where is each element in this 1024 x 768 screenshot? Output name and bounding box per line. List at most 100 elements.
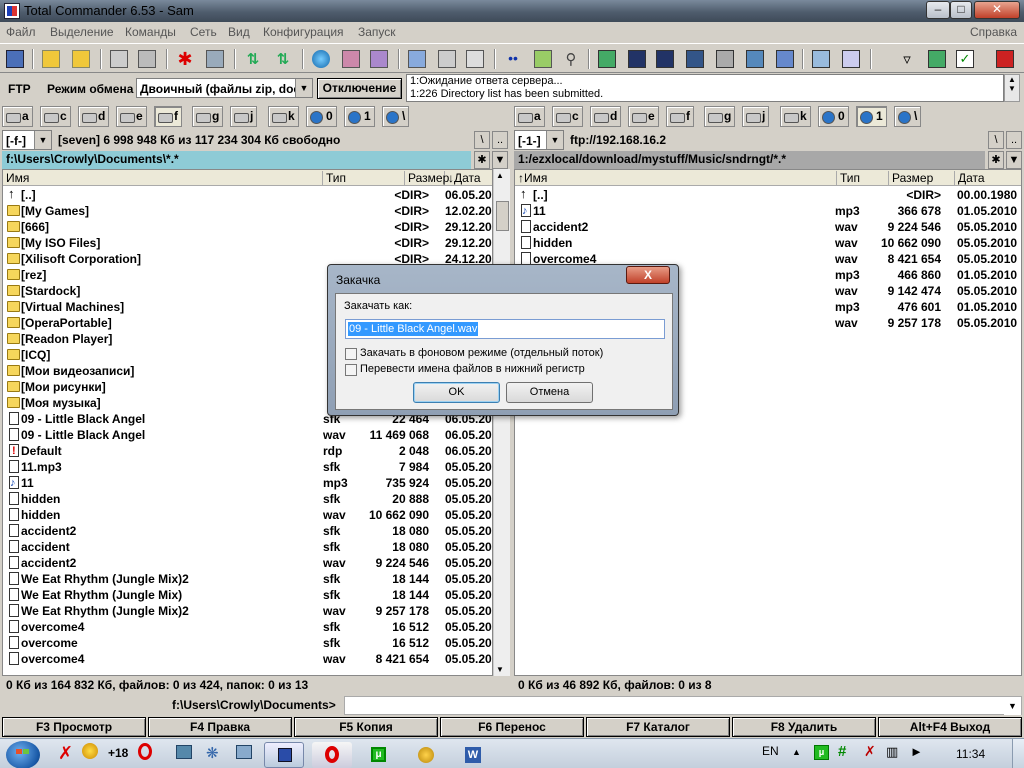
drive-g[interactable]: g — [192, 106, 224, 127]
drive-network[interactable]: \ — [382, 106, 410, 127]
search-icon[interactable]: ⚲ — [562, 50, 580, 68]
chevron-down-icon[interactable]: ▼ — [34, 131, 51, 149]
left-scrollbar[interactable]: ▲ ▼ — [493, 169, 510, 676]
f8-delete-button[interactable]: F8 Удалить — [732, 717, 876, 737]
display-icon[interactable] — [656, 50, 674, 68]
window-icon[interactable] — [176, 745, 192, 759]
refresh-icon[interactable] — [6, 50, 24, 68]
right-drive-combo[interactable]: [-1-] ▼ — [514, 130, 564, 150]
left-root-button[interactable]: \ — [474, 131, 490, 149]
network-icon[interactable]: •• — [504, 50, 522, 68]
scroll-thumb[interactable] — [496, 201, 509, 231]
menu-file[interactable]: Файл — [6, 25, 36, 39]
col-name[interactable]: Имя — [3, 171, 323, 186]
f4-edit-button[interactable]: F4 Правка — [148, 717, 292, 737]
lowercase-checkbox[interactable] — [345, 364, 357, 376]
check-icon[interactable]: ✓ — [956, 50, 974, 68]
col-type[interactable]: Тип — [837, 171, 889, 186]
drive-j[interactable]: j — [742, 106, 770, 127]
file-row[interactable]: Default rdp 2 048 06.05.20 — [3, 443, 492, 459]
computer-icon[interactable] — [746, 50, 764, 68]
drive-ftp-0[interactable]: 0 — [306, 106, 337, 127]
file-row[interactable]: 11.mp3 sfk 7 984 05.05.20 — [3, 459, 492, 475]
menu-commands[interactable]: Команды — [125, 25, 176, 39]
disconnect-button[interactable]: Отключение — [317, 78, 402, 99]
show-desktop-button[interactable] — [1012, 739, 1024, 768]
app-icon[interactable] — [4, 3, 20, 19]
f3-view-button[interactable]: F3 Просмотр — [2, 717, 146, 737]
compare-icon[interactable] — [206, 50, 224, 68]
network-icon[interactable]: ❋ — [206, 744, 219, 762]
file-row[interactable]: overcome sfk 16 512 05.05.20 — [3, 635, 492, 651]
col-date[interactable]: Дата — [955, 171, 1021, 186]
brief-view-icon[interactable] — [42, 50, 60, 68]
screen-icon[interactable] — [686, 50, 704, 68]
file-row[interactable]: [..] <DIR> 06.05.20 — [3, 186, 492, 203]
drive-k[interactable]: k — [268, 106, 299, 127]
menu-config[interactable]: Конфигурация — [263, 25, 344, 39]
file-row[interactable]: overcome4 sfk 16 512 05.05.20 — [3, 619, 492, 635]
transfer-mode-select[interactable]: Двоичный (файлы zip, doc ▼ — [136, 78, 313, 98]
file-row[interactable]: [666] <DIR> 29.12.20 — [3, 219, 492, 235]
speaker-icon[interactable]: ▿ — [898, 50, 916, 68]
left-history-button[interactable]: ✱ — [474, 151, 490, 169]
settings-icon[interactable] — [438, 50, 456, 68]
right-parent-button[interactable]: .. — [1006, 131, 1022, 149]
col-type[interactable]: Тип — [323, 171, 405, 186]
sort-za-icon[interactable]: ⇅ — [274, 50, 292, 68]
file-row[interactable]: 09 - Little Black Angel wav 11 469 068 06.0… — [3, 427, 492, 443]
file-row[interactable]: We Eat Rhythm (Jungle Mix) sfk 18 144 05.05… — [3, 587, 492, 603]
log-scrollbar[interactable]: ▲ ▼ — [1004, 74, 1020, 102]
file-row[interactable]: hidden wav 10 662 090 05.05.2010 — [515, 235, 1021, 251]
col-date[interactable]: ↓Дата — [445, 171, 492, 186]
drive-c[interactable]: c — [40, 106, 71, 127]
drive-f[interactable]: f — [666, 106, 694, 127]
menu-view[interactable]: Вид — [228, 25, 250, 39]
drive-j[interactable]: j — [230, 106, 258, 127]
taskbar-player[interactable] — [406, 742, 446, 768]
f6-move-button[interactable]: F6 Перенос — [440, 717, 584, 737]
up-folder-icon[interactable] — [534, 50, 552, 68]
menu-help[interactable]: Справка — [970, 25, 1017, 39]
tools-icon[interactable] — [776, 50, 794, 68]
drive-ftp-0[interactable]: 0 — [818, 106, 849, 127]
menu-network[interactable]: Сеть — [190, 25, 217, 39]
close-x-icon[interactable]: ✗ — [58, 743, 73, 764]
drive-d[interactable]: d — [590, 106, 622, 127]
right-file-panel[interactable]: ↑Имя Тип Размер Дата [..] <DIR> 00.00.1980… — [514, 169, 1022, 676]
sort-az-icon[interactable]: ⇅ — [244, 50, 262, 68]
command-input[interactable]: ▼ — [344, 696, 1022, 715]
star-icon[interactable]: ✱ — [176, 50, 194, 68]
left-file-panel[interactable]: Имя Тип Размер ↓Дата [..]<DIR>06.05.20[M… — [2, 169, 493, 676]
scroll-up-icon[interactable]: ▲ — [496, 171, 504, 180]
chevron-down-icon[interactable]: ▼ — [546, 131, 563, 149]
device-icon[interactable]: ▥ — [886, 744, 898, 760]
start-button[interactable] — [6, 741, 40, 768]
file-row[interactable]: overcome4 wav 8 421 654 05.05.20 — [3, 651, 492, 667]
opera-icon[interactable] — [138, 743, 152, 760]
monitor-icon[interactable] — [628, 50, 646, 68]
file-row[interactable]: [My ISO Files] <DIR> 29.12.20 — [3, 235, 492, 251]
drive-a[interactable]: a — [2, 106, 33, 127]
col-size[interactable]: Размер — [405, 171, 449, 186]
no-network-icon[interactable]: ✗ — [864, 743, 876, 760]
close-button[interactable]: ✕ — [974, 1, 1020, 19]
maximize-button[interactable]: □ — [950, 1, 972, 19]
drive-e[interactable]: e — [628, 106, 659, 127]
language-indicator[interactable]: EN — [762, 744, 779, 758]
file-row[interactable]: [My Games] <DIR> 12.02.20 — [3, 203, 492, 219]
file-row[interactable]: 11 mp3 735 924 05.05.20 — [3, 475, 492, 491]
browser-icon[interactable] — [312, 50, 330, 68]
file-row[interactable]: accident2 wav 9 224 546 05.05.20 — [3, 555, 492, 571]
drive-ftp-1[interactable]: 1 — [856, 106, 887, 127]
taskbar-opera[interactable] — [312, 742, 352, 768]
chevron-down-icon[interactable]: ▼ — [492, 151, 508, 169]
drive-d[interactable]: d — [78, 106, 110, 127]
download-filename-input[interactable]: 09 - Little Black Angel.wav — [345, 319, 665, 339]
chevron-down-icon[interactable]: ▼ — [295, 79, 312, 97]
scroll-down-icon[interactable]: ▼ — [496, 665, 504, 674]
file-row[interactable]: accident2 sfk 18 080 05.05.20 — [3, 523, 492, 539]
taskbar-word[interactable]: W — [452, 742, 492, 768]
left-drive-combo[interactable]: [-f-] ▼ — [2, 130, 52, 150]
drive-network[interactable]: \ — [894, 106, 922, 127]
